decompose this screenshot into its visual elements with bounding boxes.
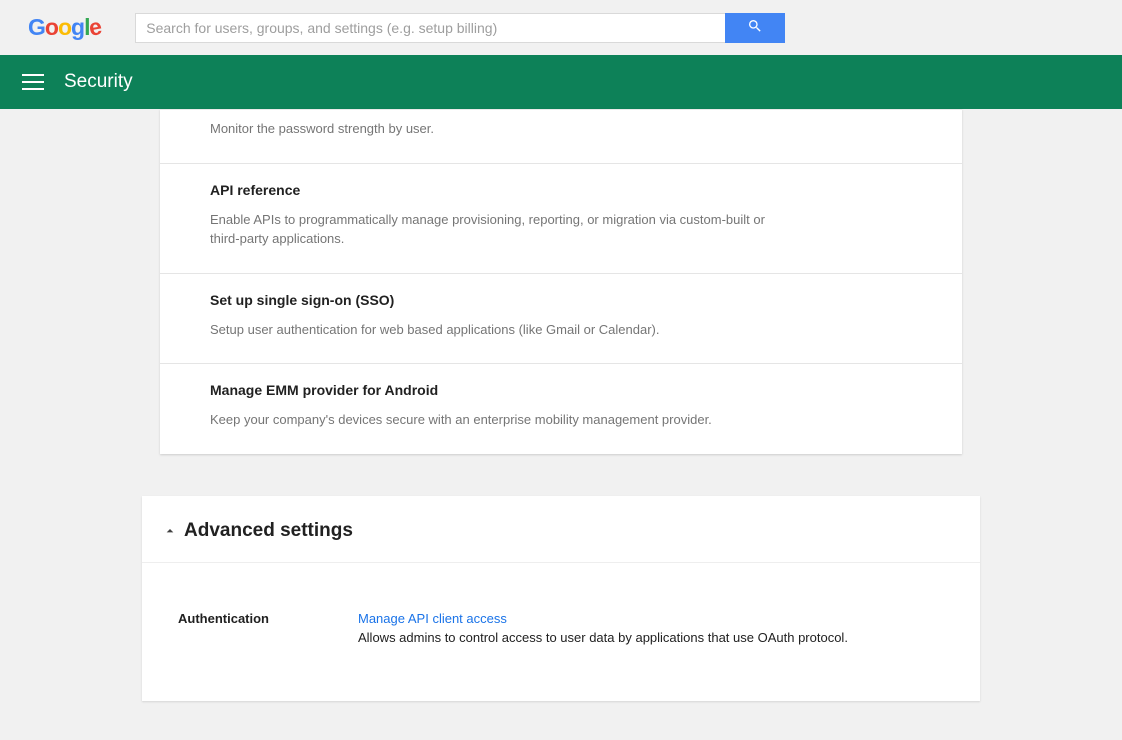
- card-api-reference[interactable]: API reference Enable APIs to programmati…: [160, 164, 962, 274]
- card-title: Set up single sign-on (SSO): [210, 292, 912, 308]
- advanced-section-content: Manage API client access Allows admins t…: [358, 611, 952, 645]
- advanced-section-desc: Allows admins to control access to user …: [358, 630, 952, 645]
- page-header: Security: [0, 55, 1122, 109]
- advanced-settings-header[interactable]: Advanced settings: [142, 496, 980, 563]
- search-button[interactable]: [725, 13, 785, 43]
- card-sso[interactable]: Set up single sign-on (SSO) Setup user a…: [160, 274, 962, 365]
- card-title: API reference: [210, 182, 912, 198]
- settings-card-list: Monitor the password strength by user. A…: [160, 109, 962, 454]
- advanced-section-label: Authentication: [178, 611, 358, 645]
- advanced-settings-body: Authentication Manage API client access …: [142, 563, 980, 701]
- card-emm[interactable]: Manage EMM provider for Android Keep you…: [160, 364, 962, 454]
- card-desc: Monitor the password strength by user.: [210, 120, 770, 139]
- search-input[interactable]: [135, 13, 725, 43]
- top-bar: Google: [0, 0, 1122, 55]
- advanced-settings-panel: Advanced settings Authentication Manage …: [142, 496, 980, 701]
- search-wrap: [135, 13, 785, 43]
- chevron-up-icon: [162, 523, 178, 539]
- google-logo: Google: [28, 14, 101, 41]
- manage-api-client-access-link[interactable]: Manage API client access: [358, 611, 507, 626]
- advanced-settings-title: Advanced settings: [184, 520, 353, 542]
- card-title: Manage EMM provider for Android: [210, 382, 912, 398]
- card-desc: Enable APIs to programmatically manage p…: [210, 211, 770, 249]
- page-title: Security: [64, 71, 133, 93]
- search-icon: [747, 18, 763, 37]
- card-password-monitoring[interactable]: Monitor the password strength by user.: [160, 110, 962, 164]
- content: Monitor the password strength by user. A…: [0, 109, 1122, 701]
- menu-icon[interactable]: [22, 74, 44, 90]
- card-desc: Keep your company's devices secure with …: [210, 411, 770, 430]
- card-desc: Setup user authentication for web based …: [210, 321, 770, 340]
